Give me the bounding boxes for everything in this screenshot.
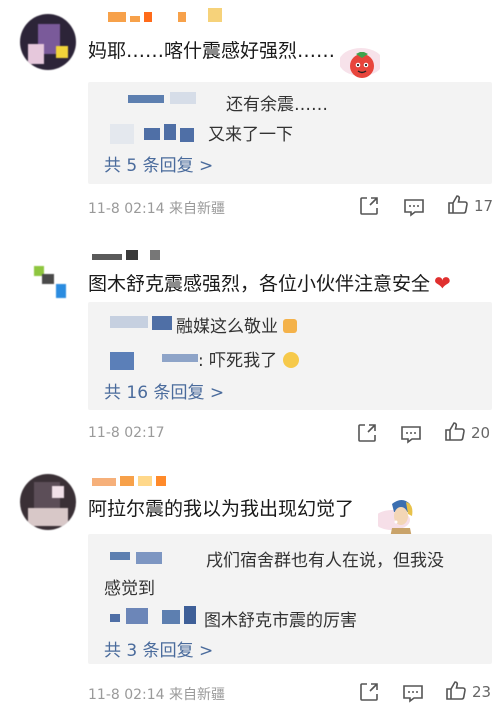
reply-text: 图木舒克市震的厉害	[204, 611, 357, 631]
comment-item: 妈耶……喀什震感好强烈…… 还有余震…… 又来了一下 共 5 条回复 > 11-…	[0, 0, 504, 228]
reply-username-mosaic	[180, 128, 194, 142]
reply-username-mosaic	[162, 610, 180, 624]
reply-username-mosaic	[184, 606, 196, 624]
avatar[interactable]	[20, 14, 76, 70]
reply-text: 又来了一下	[208, 125, 293, 145]
username-mosaic[interactable]	[92, 250, 164, 262]
comment-text: 阿拉尔震的我以为我出现幻觉了	[88, 498, 355, 520]
like-count: 17	[474, 197, 494, 215]
comment-text: 图木舒克震感强烈，各位小伙伴注意安全 ❤	[88, 271, 451, 295]
reply-username-mosaic	[152, 316, 172, 330]
thumbs-up-icon[interactable]	[444, 679, 468, 703]
thumbs-up-icon[interactable]	[443, 420, 467, 444]
reply-username-mosaic	[110, 552, 130, 560]
heart-emoji-icon: ❤	[434, 271, 451, 295]
reply-username-mosaic	[128, 95, 164, 103]
reply-username-mosaic	[144, 128, 160, 140]
thumbs-up-emoji-icon	[283, 319, 298, 333]
reply-text: 还有余震……	[226, 95, 328, 115]
avatar[interactable]	[20, 250, 76, 306]
more-replies-link[interactable]: 共 16 条回复 >	[104, 378, 224, 403]
username-mosaic[interactable]	[108, 12, 190, 24]
comment-text: 妈耶……喀什震感好强烈……	[88, 40, 336, 62]
reply-text: : 吓死我了	[198, 346, 299, 371]
like-count: 20	[471, 424, 491, 442]
reply-username-mosaic	[110, 124, 134, 144]
reply-username-mosaic	[110, 352, 134, 370]
reply-text: 感觉到	[104, 579, 155, 599]
timestamp: 11-8 02:14 来自新疆	[88, 201, 226, 217]
share-icon[interactable]	[357, 680, 381, 704]
username-mosaic[interactable]	[92, 476, 170, 488]
avatar[interactable]	[20, 474, 76, 530]
reply-text: 融媒这么敬业	[176, 312, 298, 337]
share-icon[interactable]	[355, 421, 379, 445]
girl-with-pearl-sticker-icon	[378, 500, 413, 538]
reply-username-mosaic	[170, 92, 196, 104]
share-icon[interactable]	[357, 194, 381, 218]
more-replies-link[interactable]: 共 5 条回复 >	[104, 151, 213, 176]
reply-username-mosaic	[110, 316, 148, 328]
timestamp: 11-8 02:14 来自新疆	[88, 687, 226, 703]
comment-icon[interactable]	[402, 195, 426, 219]
more-replies-link[interactable]: 共 3 条回复 >	[104, 636, 213, 661]
reply-username-mosaic	[126, 608, 148, 624]
reply-username-mosaic	[110, 614, 120, 622]
comment-icon[interactable]	[401, 681, 425, 705]
reply-text: 戌们宿舍群也有人在说，但我没	[206, 551, 444, 571]
reply-username-mosaic	[164, 124, 176, 140]
comment-icon[interactable]	[399, 422, 423, 446]
reply-username-mosaic	[136, 552, 162, 564]
badge-mosaic	[208, 8, 226, 22]
crying-emoji-icon	[282, 352, 299, 368]
tomato-sticker-icon	[340, 48, 380, 78]
thumbs-up-icon[interactable]	[446, 193, 470, 217]
comment-item: 图木舒克震感强烈，各位小伙伴注意安全 ❤ 融媒这么敬业 : 吓死我了 共 16 条…	[0, 228, 504, 454]
reply-username-mosaic	[162, 354, 198, 362]
like-count: 23	[472, 683, 492, 701]
comment-item: 阿拉尔震的我以为我出现幻觉了 戌们宿舍群也有人在说，但我没 感觉到 图木舒克市震…	[0, 454, 504, 715]
timestamp: 11-8 02:17	[88, 425, 165, 441]
